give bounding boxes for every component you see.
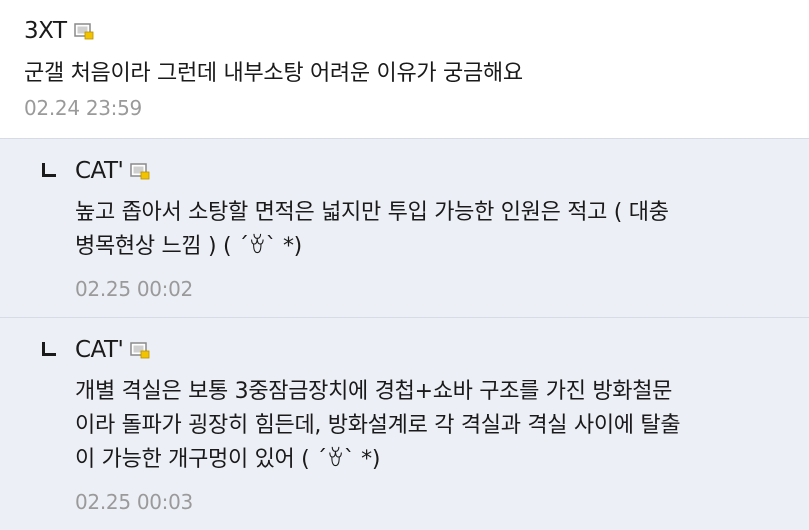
comment-item: 3XT 군갤 처음이라 그런데 내부소탕 어려운 이유가 궁금해요 02.24 … (0, 0, 809, 138)
reply-line: 개별 격실은 보통 3중잠금장치에 경첩+쇼바 구조를 가진 방화철문 (75, 379, 673, 404)
reply-line: 이라 돌파가 굉장히 힘든데, 방화설계로 각 격실과 격실 사이에 탈출 (75, 413, 681, 438)
comment-author[interactable]: 3XT (24, 18, 67, 44)
reply-line: 병목현상 느낌 ) ( ´ꈊ` *) (75, 234, 302, 259)
member-icon (130, 162, 150, 179)
comment-text: 군갤 처음이라 그런데 내부소탕 어려운 이유가 궁금해요 (24, 57, 523, 91)
member-icon (130, 341, 150, 358)
member-icon (73, 22, 93, 39)
reply-item: CAT' 개별 격실은 보통 3중잠금장치에 경첩+쇼바 구조를 가진 방화철문… (0, 317, 809, 530)
reply-timestamp: 02.25 00:02 (75, 277, 193, 301)
comment-timestamp: 02.24 23:59 (24, 96, 142, 120)
comment-author-row: 3XT (24, 16, 94, 46)
reply-line: 이 가능한 개구멍이 있어 ( ´ꈊ` *) (75, 447, 381, 472)
comment-line: 군갤 처음이라 그런데 내부소탕 어려운 이유가 궁금해요 (24, 61, 523, 86)
reply-line: 높고 좁아서 소탕할 면적은 넓지만 투입 가능한 인원은 적고 ( 대충 (75, 200, 669, 225)
reply-arrow-icon (42, 342, 56, 356)
reply-author-row: CAT' (75, 156, 150, 186)
reply-author-row: CAT' (75, 335, 150, 365)
reply-item: CAT' 높고 좁아서 소탕할 면적은 넓지만 투입 가능한 인원은 적고 ( … (0, 138, 809, 317)
reply-text: 개별 격실은 보통 3중잠금장치에 경첩+쇼바 구조를 가진 방화철문 이라 돌… (75, 375, 681, 477)
reply-arrow-icon (42, 163, 56, 177)
reply-author[interactable]: CAT' (75, 158, 124, 184)
reply-timestamp: 02.25 00:03 (75, 490, 193, 514)
reply-text: 높고 좁아서 소탕할 면적은 넓지만 투입 가능한 인원은 적고 ( 대충 병목… (75, 196, 669, 264)
reply-author[interactable]: CAT' (75, 337, 124, 363)
